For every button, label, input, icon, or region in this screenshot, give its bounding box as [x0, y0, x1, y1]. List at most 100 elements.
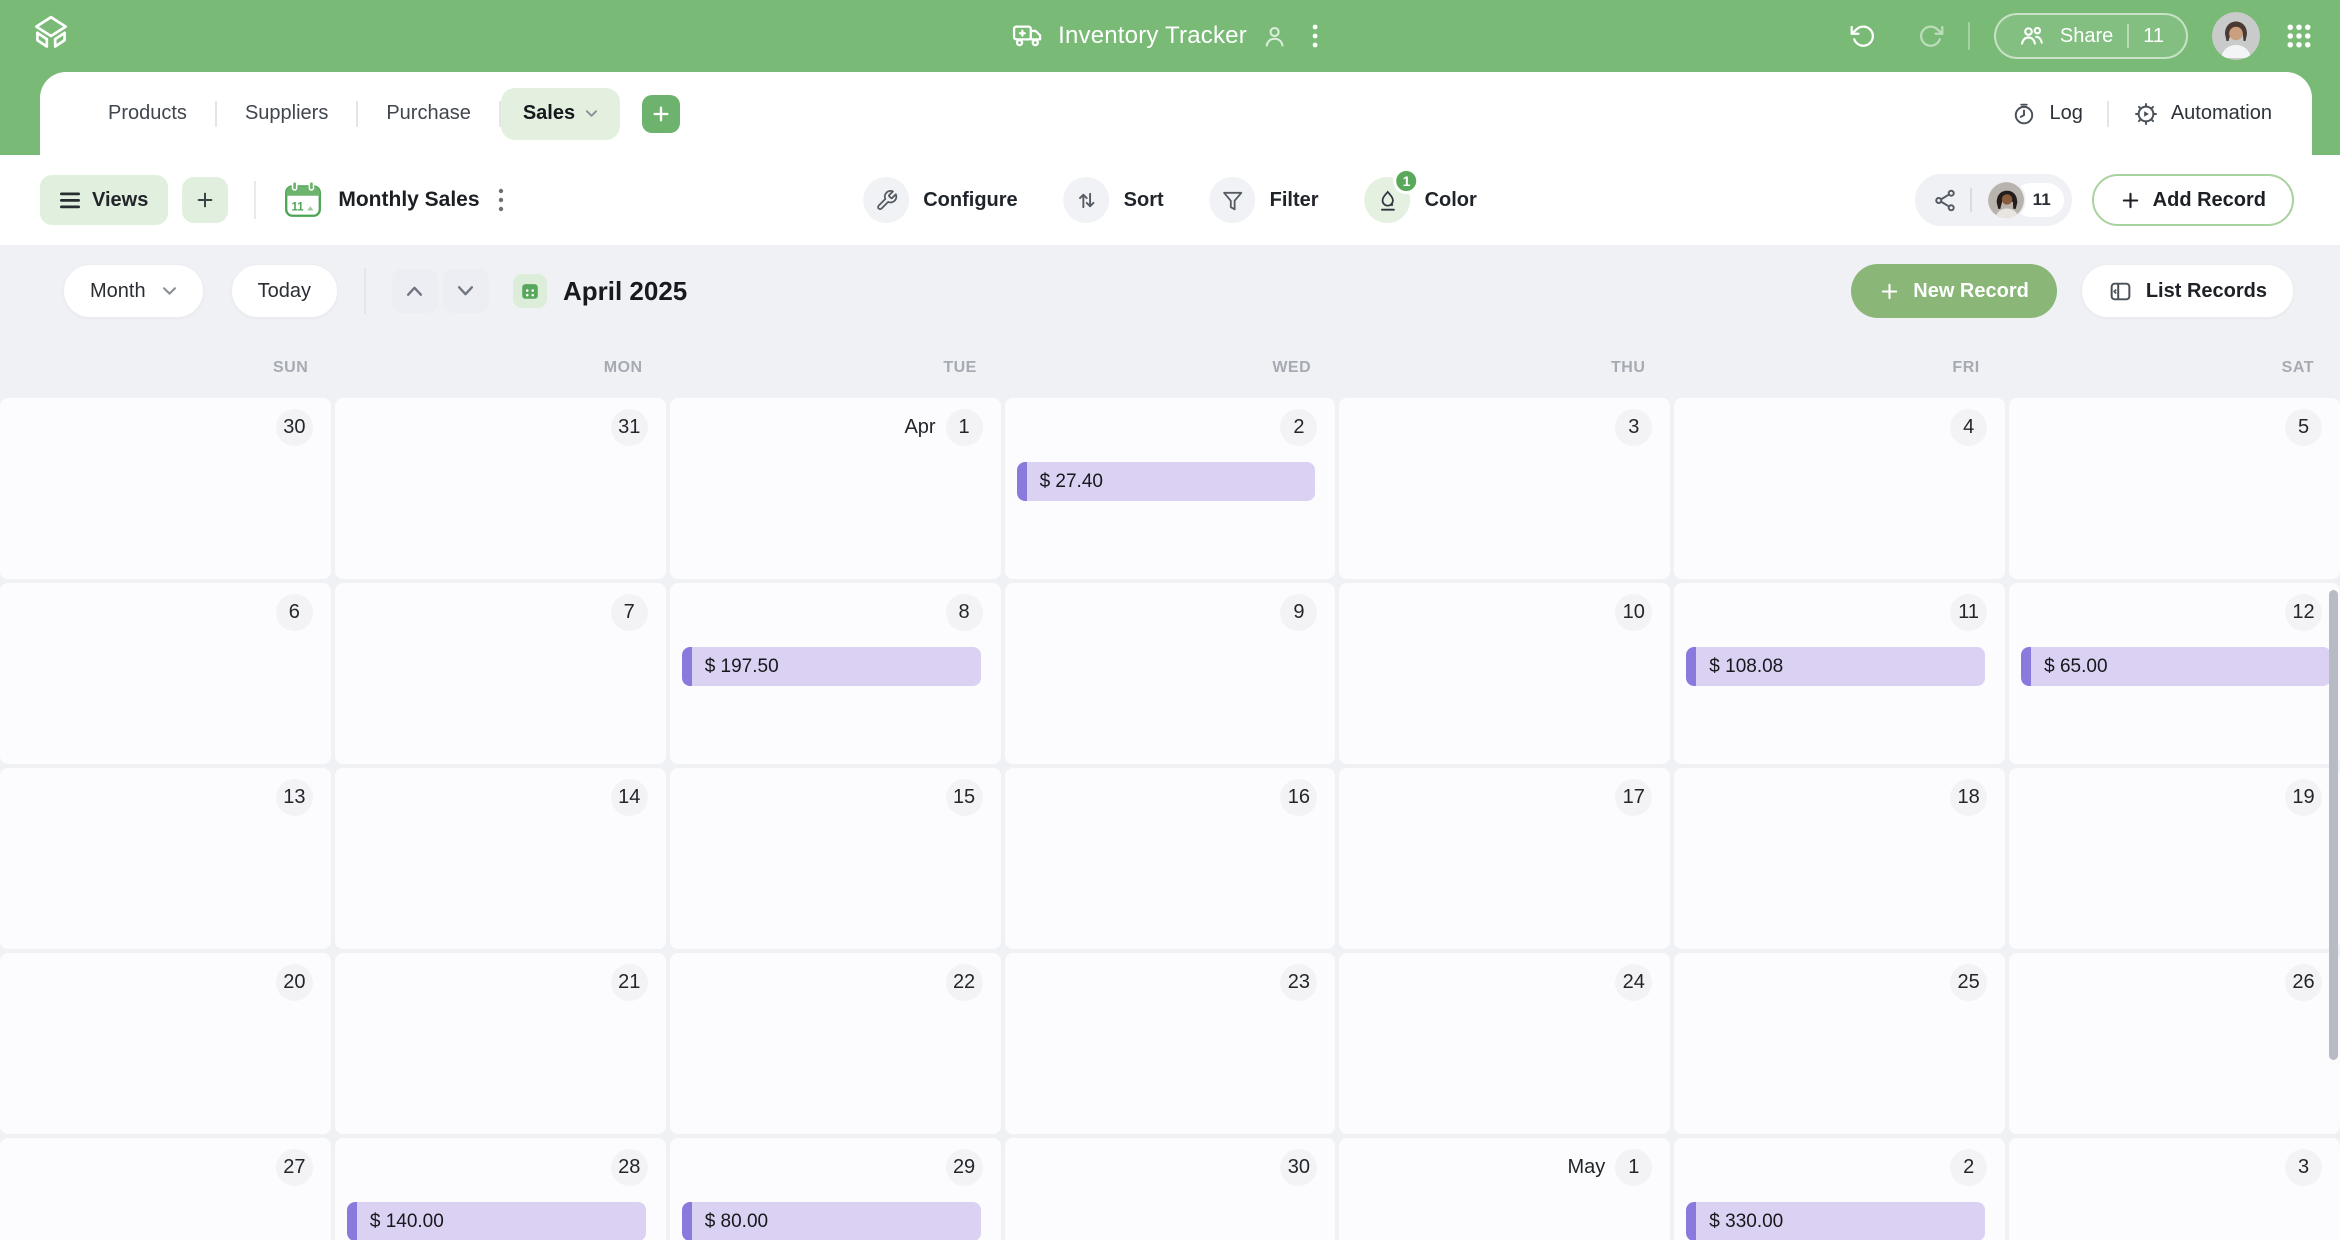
- calendar-cell[interactable]: 23: [1005, 953, 1336, 1134]
- user-icon[interactable]: [1261, 23, 1288, 50]
- vertical-scrollbar[interactable]: [2329, 590, 2338, 1060]
- calendar-cell[interactable]: 2$ 330.00: [1674, 1138, 2005, 1240]
- calendar-cell[interactable]: 26: [2009, 953, 2340, 1134]
- controls-divider: [364, 268, 366, 314]
- view-menu-kebab-icon[interactable]: [488, 182, 514, 218]
- calendar-cell[interactable]: 9: [1005, 583, 1336, 764]
- sales-event[interactable]: $ 197.50: [682, 647, 981, 686]
- calendar-cell[interactable]: 22: [670, 953, 1001, 1134]
- calendar-cell[interactable]: 6: [0, 583, 331, 764]
- calendar-cell[interactable]: 4: [1674, 398, 2005, 579]
- automation-button[interactable]: Automation: [2133, 101, 2272, 127]
- calendar-cell[interactable]: 25: [1674, 953, 2005, 1134]
- day-header: MON: [334, 359, 668, 377]
- cell-date: 9: [1005, 583, 1336, 631]
- tab-purchase[interactable]: Purchase: [358, 88, 499, 140]
- calendar-cell[interactable]: 19: [2009, 768, 2340, 949]
- calendar-controls: Month Today April: [0, 245, 2340, 337]
- sales-event[interactable]: $ 65.00: [2021, 647, 2331, 686]
- calendar-cell[interactable]: 31: [335, 398, 666, 579]
- svg-text:11: 11: [292, 202, 305, 214]
- sales-event[interactable]: $ 108.08: [1686, 647, 1985, 686]
- day-number: 1: [1615, 1149, 1652, 1186]
- cell-date: 20: [0, 953, 331, 1001]
- add-record-button[interactable]: Add Record: [2092, 174, 2294, 226]
- cell-date: Apr1: [670, 398, 1001, 446]
- today-button[interactable]: Today: [231, 264, 338, 318]
- list-records-button[interactable]: List Records: [2081, 264, 2294, 318]
- calendar-cell[interactable]: 7: [335, 583, 666, 764]
- calendar-cell[interactable]: 8$ 197.50: [670, 583, 1001, 764]
- add-table-button[interactable]: [642, 95, 680, 133]
- today-label: Today: [258, 280, 311, 303]
- sales-event-amount: $ 65.00: [2044, 647, 2331, 686]
- calendar-cell[interactable]: 20: [0, 953, 331, 1134]
- calendar-grid: 3031Apr12$ 27.40345678$ 197.5091011$ 108…: [0, 398, 2340, 1240]
- calendar-cell[interactable]: 29 $ 80.00: [670, 1138, 1001, 1240]
- gear-play-icon: [2133, 101, 2159, 127]
- calendar-cell[interactable]: 15: [670, 768, 1001, 949]
- calendar-cell[interactable]: Apr1: [670, 398, 1001, 579]
- calendar-cell[interactable]: 27: [0, 1138, 331, 1240]
- calendar-cell[interactable]: 16: [1005, 768, 1336, 949]
- calendar-cell[interactable]: 28$ 140.00: [335, 1138, 666, 1240]
- calendar-cell[interactable]: 14: [335, 768, 666, 949]
- calendar-cell[interactable]: 13: [0, 768, 331, 949]
- color-button[interactable]: 1 Color: [1365, 177, 1477, 223]
- day-header: THU: [1337, 359, 1671, 377]
- sort-button[interactable]: Sort: [1064, 177, 1164, 223]
- view-mode-select[interactable]: Month: [63, 264, 204, 318]
- view-mode-value: Month: [90, 280, 146, 303]
- undo-icon[interactable]: [1850, 23, 1877, 50]
- tab-sales[interactable]: Sales: [501, 88, 620, 140]
- add-view-button[interactable]: [182, 177, 228, 223]
- calendar-cell[interactable]: 24: [1339, 953, 1670, 1134]
- calendar-cell[interactable]: 3: [1339, 398, 1670, 579]
- share-button[interactable]: Share 11: [1994, 13, 2188, 59]
- next-month-button[interactable]: [443, 269, 489, 313]
- calendar-cell[interactable]: 12$ 65.00: [2009, 583, 2340, 764]
- list-records-label: List Records: [2146, 280, 2267, 303]
- new-record-button[interactable]: New Record: [1851, 264, 2057, 318]
- color-badge: 1: [1394, 168, 1420, 194]
- day-number: 24: [1615, 964, 1652, 1001]
- apps-grid-icon[interactable]: [2284, 21, 2314, 51]
- sales-event[interactable]: $ 330.00: [1686, 1202, 1985, 1240]
- filter-button[interactable]: Filter: [1210, 177, 1319, 223]
- tabbar-right-actions: Log Automation: [2011, 101, 2272, 127]
- collaborators-pill[interactable]: 11: [1915, 174, 2072, 226]
- cell-date: 11: [1674, 583, 2005, 631]
- calendar-cell[interactable]: 30: [1005, 1138, 1336, 1240]
- calendar-cell[interactable]: 3: [2009, 1138, 2340, 1240]
- cell-date: 2: [1005, 398, 1336, 446]
- calendar-cell[interactable]: 21: [335, 953, 666, 1134]
- cell-date: 29: [670, 1138, 1001, 1186]
- day-number: 29: [946, 1149, 983, 1186]
- log-button[interactable]: Log: [2011, 101, 2082, 127]
- tab-products[interactable]: Products: [80, 88, 215, 140]
- prev-month-button[interactable]: [392, 269, 438, 313]
- tab-label: Sales: [523, 102, 575, 125]
- calendar-cell[interactable]: 11 $ 108.08: [1674, 583, 2005, 764]
- redo-icon[interactable]: [1917, 23, 1944, 50]
- title-menu-kebab-icon[interactable]: [1302, 18, 1328, 54]
- app-logo-icon[interactable]: [28, 13, 74, 59]
- sales-event[interactable]: $ 140.00: [347, 1202, 646, 1240]
- sales-event[interactable]: $ 27.40: [1017, 462, 1316, 501]
- calendar-cell[interactable]: May1: [1339, 1138, 1670, 1240]
- calendar-cell[interactable]: 30: [0, 398, 331, 579]
- views-button[interactable]: Views: [40, 175, 168, 225]
- sales-event[interactable]: $ 80.00: [682, 1202, 981, 1240]
- calendar-cell[interactable]: 2 $ 27.40: [1005, 398, 1336, 579]
- user-avatar[interactable]: [2212, 12, 2260, 60]
- day-number: 3: [1615, 409, 1652, 446]
- cell-date: 16: [1005, 768, 1336, 816]
- calendar-cell[interactable]: 10: [1339, 583, 1670, 764]
- tab-suppliers[interactable]: Suppliers: [217, 88, 356, 140]
- calendar-cell[interactable]: 17: [1339, 768, 1670, 949]
- configure-button[interactable]: Configure: [863, 177, 1017, 223]
- panel-list-icon: [2108, 279, 2133, 304]
- calendar-cell[interactable]: 5: [2009, 398, 2340, 579]
- day-number: 18: [1950, 779, 1987, 816]
- calendar-cell[interactable]: 18: [1674, 768, 2005, 949]
